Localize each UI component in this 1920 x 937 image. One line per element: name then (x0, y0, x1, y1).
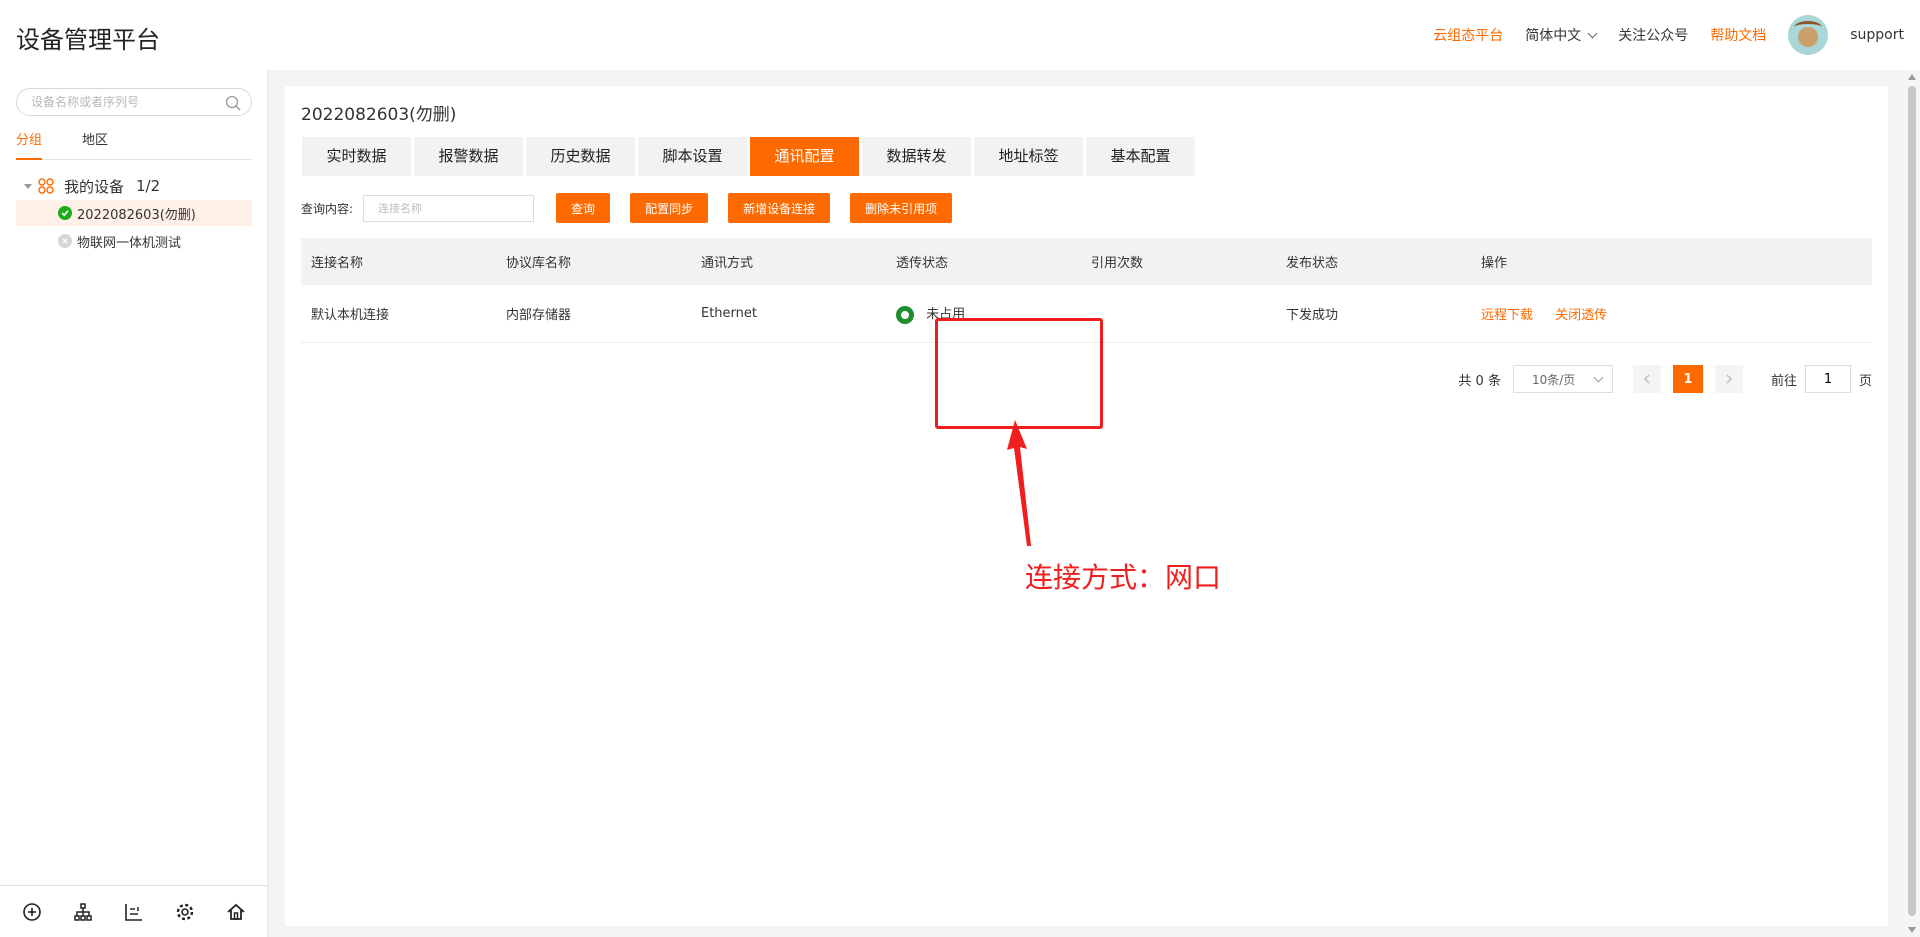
delete-unused-button[interactable]: 删除未引用项 (850, 193, 953, 223)
tab-realtime-data[interactable]: 实时数据 (302, 137, 411, 176)
tab-address-tags[interactable]: 地址标签 (974, 137, 1083, 176)
actions-cell: 远程下载 关闭透传 (1471, 304, 1872, 323)
offline-x-icon (58, 234, 72, 248)
query-label: 查询内容: (301, 201, 354, 216)
goto-label: 前往 (1770, 373, 1797, 389)
page-scrollbar[interactable] (1904, 70, 1920, 937)
page-suffix: 页 (1858, 373, 1872, 389)
column-header: 协议库名称 (506, 256, 572, 271)
tree-item-device[interactable]: 2022082603(勿删) (16, 200, 252, 226)
home-icon[interactable] (225, 901, 247, 923)
search-icon[interactable] (225, 95, 241, 111)
online-check-icon (58, 206, 72, 220)
page-size-value: 10条/页 (1531, 372, 1576, 387)
tree-item-label: 2022082603(勿删) (77, 207, 196, 223)
app-title: 设备管理平台 (16, 26, 160, 54)
scroll-thumb[interactable] (1908, 86, 1916, 916)
language-select[interactable]: 简体中文 (1525, 25, 1598, 45)
status-ring-icon (896, 305, 914, 324)
comm-method-cell: Ethernet (701, 306, 757, 321)
chevron-left-icon (1643, 374, 1650, 384)
tab-comm-config[interactable]: 通讯配置 (750, 137, 859, 176)
add-icon[interactable] (21, 901, 43, 923)
column-header: 连接名称 (311, 256, 364, 271)
pagination: 共 0 条 10条/页 1 前往 页 (1458, 365, 1872, 393)
avatar[interactable] (1788, 15, 1829, 55)
tree-root-my-devices[interactable]: 我的设备 1/2 (16, 174, 252, 198)
add-connection-button[interactable]: 新增设备连接 (728, 193, 831, 223)
chevron-down-icon (1587, 28, 1598, 38)
language-label: 简体中文 (1525, 28, 1582, 44)
tab-group[interactable]: 分组 (16, 130, 43, 160)
device-tree: 我的设备 1/2 2022082603(勿删) 物联网一体机测试 (16, 174, 252, 254)
help-docs-link[interactable]: 帮助文档 (1710, 25, 1766, 45)
chart-icon[interactable] (123, 901, 145, 923)
scroll-down-arrow-icon[interactable] (1908, 927, 1916, 933)
device-tabs: 实时数据 报警数据 历史数据 脚本设置 通讯配置 数据转发 地址标签 基本配置 (302, 137, 1198, 176)
tree-item-label: 物联网一体机测试 (77, 235, 182, 251)
total-count: 共 0 条 (1458, 373, 1501, 389)
device-search (16, 88, 252, 116)
sidebar: 分组 地区 我的设备 1/2 2022082603(勿删) 物联网一体机测试 (0, 70, 268, 937)
sidebar-tabs: 分组 地区 (16, 130, 252, 160)
config-sync-button[interactable]: 配置同步 (630, 193, 709, 223)
chevron-down-icon (1593, 372, 1604, 382)
connection-name-input[interactable] (363, 194, 535, 222)
top-bar: 设备管理平台 云组态平台 简体中文 关注公众号 帮助文档 support (0, 0, 1920, 70)
close-passthrough-link[interactable]: 关闭透传 (1555, 308, 1607, 323)
tab-alarm-data[interactable]: 报警数据 (414, 137, 523, 176)
follow-account-link[interactable]: 关注公众号 (1618, 25, 1688, 45)
tab-basic-config[interactable]: 基本配置 (1086, 137, 1195, 176)
scroll-up-arrow-icon[interactable] (1908, 74, 1916, 80)
connection-name-cell: 默认本机连接 (311, 308, 390, 323)
device-title: 2022082603(勿删) (301, 105, 457, 125)
sidebar-bottom-toolbar (0, 885, 268, 937)
main-panel: 2022082603(勿删) 实时数据 报警数据 历史数据 脚本设置 通讯配置 … (285, 86, 1888, 926)
publish-status-cell: 下发成功 (1286, 308, 1339, 323)
tab-region[interactable]: 地区 (82, 130, 108, 160)
column-header: 操作 (1481, 256, 1508, 271)
chevron-right-icon (1726, 374, 1732, 384)
tab-history-data[interactable]: 历史数据 (526, 137, 635, 176)
username[interactable]: support (1850, 27, 1904, 43)
settings-icon[interactable] (174, 901, 196, 923)
column-header: 通讯方式 (701, 256, 754, 271)
tab-script-settings[interactable]: 脚本设置 (638, 137, 747, 176)
page-number-current[interactable]: 1 (1672, 365, 1703, 393)
tree-root-count: 1/2 (136, 177, 161, 195)
column-header: 透传状态 (896, 256, 949, 271)
search-input[interactable] (17, 89, 207, 115)
annotation-text: 连接方式：网口 (1025, 561, 1222, 594)
goto-page-input[interactable] (1804, 365, 1851, 393)
protocol-cell: 内部存储器 (506, 308, 572, 323)
caret-down-icon[interactable] (24, 183, 32, 189)
table-header: 连接名称 协议库名称 通讯方式 透传状态 引用次数 发布状态 操作 (301, 238, 1872, 285)
column-header: 发布状态 (1286, 256, 1339, 271)
group-icon (38, 178, 54, 194)
column-header: 引用次数 (1091, 256, 1144, 271)
annotation-arrow (1007, 420, 1031, 546)
search-button[interactable]: 查询 (556, 193, 611, 223)
query-toolbar: 查询内容: 查询 配置同步 新增设备连接 删除未引用项 (301, 193, 972, 223)
org-tree-icon[interactable] (72, 901, 94, 923)
tree-root-label: 我的设备 (64, 177, 125, 196)
prev-page-button[interactable] (1632, 365, 1661, 393)
remote-download-link[interactable]: 远程下载 (1481, 308, 1533, 323)
annotation-highlight-box (935, 318, 1103, 429)
page-size-select[interactable]: 10条/页 (1512, 365, 1613, 393)
tree-item-device[interactable]: 物联网一体机测试 (16, 228, 252, 254)
tab-data-forward[interactable]: 数据转发 (862, 137, 971, 176)
cloud-platform-link[interactable]: 云组态平台 (1433, 25, 1503, 45)
next-page-button[interactable] (1714, 365, 1743, 393)
top-nav: 云组态平台 简体中文 关注公众号 帮助文档 support (1411, 0, 1904, 70)
